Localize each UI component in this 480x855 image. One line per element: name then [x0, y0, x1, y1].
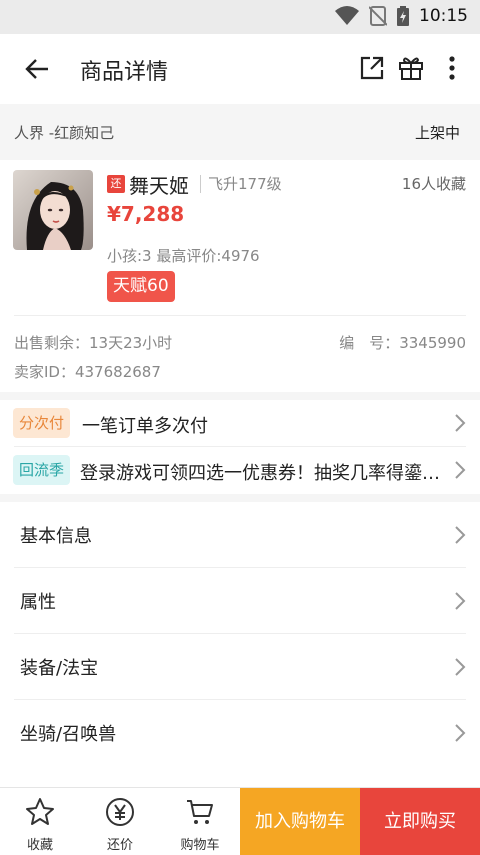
section-gap: [0, 494, 480, 502]
favorite-button[interactable]: 收藏: [0, 788, 80, 855]
row-mounts-pets[interactable]: 坐骑/召唤兽: [0, 700, 480, 766]
product-number: 编 号：3345990: [339, 334, 466, 352]
bargain-label: 还价: [106, 838, 133, 853]
add-to-cart-button[interactable]: 加入购物车: [240, 788, 360, 855]
row-basic-info[interactable]: 基本信息: [0, 502, 480, 568]
clock: 10:15: [419, 6, 468, 26]
server-name: 人界 -红颜知己: [14, 124, 115, 142]
gift-icon[interactable]: [397, 54, 425, 82]
chevron-right-icon: [455, 658, 466, 676]
chevron-right-icon: [455, 724, 466, 742]
chevron-right-icon: [455, 461, 466, 479]
share-icon[interactable]: [358, 54, 386, 82]
seller-id: 卖家ID：437682687: [14, 363, 161, 381]
cart-icon: [187, 800, 213, 824]
promo-badge: 分次付: [13, 408, 71, 438]
talent-badge: 天赋60: [107, 271, 175, 302]
product-card: 还 舞天姬 飞升177级 16人收藏 ¥7,288 小孩:3 最高评价:4976…: [0, 160, 480, 392]
chevron-right-icon: [455, 526, 466, 544]
star-icon: [26, 798, 54, 825]
row-label: 基本信息: [20, 526, 92, 547]
favorite-label: 收藏: [26, 838, 53, 853]
yen-coin-icon: [106, 798, 134, 826]
promo-badge: 回流季: [13, 455, 71, 485]
row-label: 属性: [20, 592, 56, 613]
return-tag: 还: [107, 175, 125, 193]
battery-charging-icon: [397, 6, 409, 26]
app-bar: 商品详情: [0, 34, 480, 104]
product-level: 飞升177级: [208, 175, 282, 193]
promo-text: 登录游戏可领四选一优惠券！抽奖几率得鎏金宝鉴: [80, 463, 446, 484]
product-name: 舞天姬: [129, 174, 189, 198]
more-vert-icon[interactable]: [440, 54, 464, 82]
buy-now-button[interactable]: 立即购买: [360, 788, 480, 855]
listing-status: 上架中: [414, 124, 460, 142]
cart-label: 购物车: [180, 838, 220, 853]
divider: [200, 175, 201, 193]
product-price: ¥7,288: [107, 202, 185, 226]
wifi-icon: [335, 6, 359, 25]
row-attributes[interactable]: 属性: [0, 568, 480, 634]
cart-button[interactable]: 购物车: [160, 788, 240, 855]
promo-text: 一笔订单多次付: [82, 416, 208, 437]
promo-return-season[interactable]: 回流季 登录游戏可领四选一优惠券！抽奖几率得鎏金宝鉴: [0, 447, 480, 493]
server-bar: 人界 -红颜知己 上架中: [0, 104, 480, 160]
back-arrow-icon[interactable]: [22, 54, 52, 84]
row-equipment[interactable]: 装备/法宝: [0, 634, 480, 700]
bottom-action-bar: 收藏 还价 购物车 加入购物车 立即购买: [0, 787, 480, 855]
no-sim-icon: [369, 6, 387, 26]
row-label: 装备/法宝: [20, 658, 99, 679]
chevron-right-icon: [455, 414, 466, 432]
product-meta: 小孩:3 最高评价:4976: [107, 247, 260, 265]
chevron-right-icon: [455, 592, 466, 610]
promo-installment[interactable]: 分次付 一笔订单多次付: [0, 400, 480, 446]
row-label: 坐骑/召唤兽: [20, 724, 117, 745]
favorite-count: 16人收藏: [401, 175, 466, 193]
bargain-button[interactable]: 还价: [80, 788, 160, 855]
page-title: 商品详情: [80, 60, 169, 85]
character-portrait[interactable]: [13, 170, 93, 250]
section-gap: [0, 392, 480, 400]
sale-remaining: 出售剩余：13天23小时: [14, 334, 173, 352]
status-bar: 10:15: [0, 0, 480, 34]
divider: [14, 315, 466, 316]
